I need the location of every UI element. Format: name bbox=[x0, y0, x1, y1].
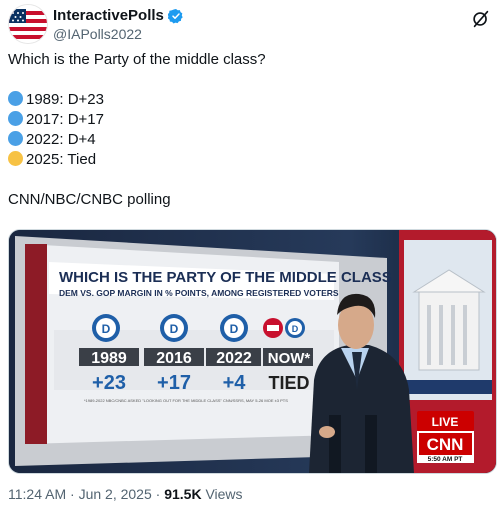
tweet-item: 2017: D+17 bbox=[8, 110, 494, 130]
svg-text:D: D bbox=[292, 324, 299, 334]
grok-icon bbox=[473, 10, 489, 28]
cnn-logo: CNN bbox=[427, 435, 464, 454]
tweet-header: InteractivePolls @IAPolls2022 bbox=[8, 4, 496, 44]
board-value: +17 bbox=[157, 372, 191, 394]
broadcast-time: 5:50 AM PT bbox=[428, 456, 463, 463]
tweet-item: 2025: Tied bbox=[8, 150, 494, 170]
blue-circle-icon bbox=[8, 91, 23, 106]
democrat-logo-icon: D bbox=[160, 314, 188, 342]
tweet-body: Which is the Party of the middle class? … bbox=[8, 50, 494, 210]
author-name-row: InteractivePolls bbox=[53, 7, 184, 24]
board-year: NOW* bbox=[268, 350, 311, 367]
republican-logo-icon bbox=[263, 318, 283, 338]
views-label: Views bbox=[205, 486, 243, 502]
board-value: +4 bbox=[223, 372, 247, 394]
tweet-item-text: 2022: D+4 bbox=[26, 131, 96, 148]
svg-text:D: D bbox=[102, 322, 111, 336]
verified-badge-icon bbox=[167, 8, 183, 24]
tweet-item: 1989: D+23 bbox=[8, 90, 494, 110]
tweet-time[interactable]: 11:24 AM bbox=[8, 486, 66, 502]
meta-separator: · bbox=[155, 486, 161, 502]
board-footnote: *1989-2022 NBC/CNBC ASKED "LOOKING OUT F… bbox=[84, 398, 288, 403]
us-flag-avatar-icon bbox=[9, 5, 47, 43]
views-count: 91.5K bbox=[164, 486, 202, 502]
video-frame: WHICH IS THE PARTY OF THE MIDDLE CLASS D… bbox=[9, 230, 496, 473]
tweet-media[interactable]: WHICH IS THE PARTY OF THE MIDDLE CLASS D… bbox=[8, 229, 497, 474]
tweet-date[interactable]: Jun 2, 2025 bbox=[79, 486, 152, 502]
svg-text:D: D bbox=[230, 322, 239, 336]
board-year: 2022 bbox=[216, 350, 252, 367]
meta-separator: · bbox=[70, 486, 75, 502]
board-subtitle: DEM VS. GOP MARGIN IN % POINTS, AMONG RE… bbox=[59, 288, 339, 298]
democrat-logo-icon: D bbox=[220, 314, 248, 342]
tweet-item: 2022: D+4 bbox=[8, 130, 494, 150]
tweet-item-text: 1989: D+23 bbox=[26, 91, 104, 108]
democrat-logo-icon: D bbox=[92, 314, 120, 342]
yellow-circle-icon bbox=[8, 151, 23, 166]
blue-circle-icon bbox=[8, 131, 23, 146]
tweet-item-text: 2025: Tied bbox=[26, 151, 97, 168]
tweet-meta: 11:24 AM · Jun 2, 2025 · 91.5K Views bbox=[8, 486, 243, 502]
board-title: WHICH IS THE PARTY OF THE MIDDLE CLASS bbox=[59, 269, 392, 286]
author-handle[interactable]: @IAPolls2022 bbox=[53, 26, 142, 42]
tweet-item-text: 2017: D+17 bbox=[26, 111, 104, 128]
tweet-question: Which is the Party of the middle class? bbox=[8, 51, 266, 68]
board-value: +23 bbox=[92, 372, 126, 394]
avatar[interactable] bbox=[8, 4, 48, 44]
author-name[interactable]: InteractivePolls bbox=[53, 7, 164, 24]
board-value: TIED bbox=[268, 373, 309, 393]
live-label: LIVE bbox=[432, 415, 459, 429]
democrat-logo-icon: D bbox=[285, 318, 305, 338]
svg-text:D: D bbox=[170, 322, 179, 336]
grok-button[interactable] bbox=[470, 8, 492, 30]
tweet-source: CNN/NBC/CNBC polling bbox=[8, 191, 171, 208]
blue-circle-icon bbox=[8, 111, 23, 126]
board-year: 2016 bbox=[156, 350, 192, 367]
board-year: 1989 bbox=[91, 350, 127, 367]
